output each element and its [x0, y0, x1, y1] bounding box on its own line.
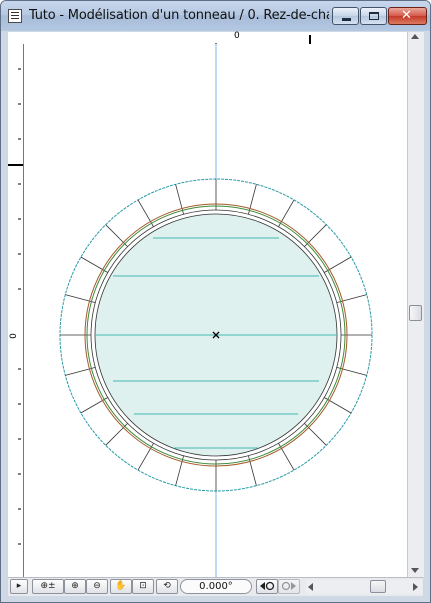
- hand-icon: ✋: [115, 581, 127, 591]
- plan-window: Tuto - Modélisation d'un tonneau / 0. Re…: [0, 0, 431, 603]
- floorplan-icon[interactable]: [8, 9, 22, 23]
- play-icon: ▸: [16, 581, 22, 591]
- scroll-left-icon[interactable]: [308, 583, 313, 591]
- zoom-out-icon: ⊖: [93, 581, 101, 591]
- vertical-ruler-ticks: [8, 68, 23, 545]
- zoom-window-icon: ⊡: [139, 581, 147, 591]
- vertical-scroll-thumb[interactable]: [409, 305, 422, 321]
- horizontal-ruler-origin: 0: [234, 31, 240, 41]
- minimize-icon: [342, 18, 351, 21]
- previous-zoom-icon: [260, 581, 275, 591]
- maximize-icon: [369, 12, 379, 20]
- maximize-button[interactable]: [360, 7, 387, 25]
- minimize-button[interactable]: [332, 7, 359, 25]
- previous-zoom-button[interactable]: [256, 579, 278, 594]
- close-button[interactable]: ✕: [388, 7, 427, 25]
- play-button[interactable]: ▸: [10, 579, 28, 594]
- window-title: Tuto - Modélisation d'un tonneau / 0. Re…: [29, 8, 329, 23]
- rotate-icon: ⟲: [163, 581, 171, 591]
- vertical-ruler[interactable]: 0: [8, 44, 24, 577]
- zoom-in-button[interactable]: ⊕: [64, 579, 86, 594]
- zoom-out-button[interactable]: ⊖: [86, 579, 108, 594]
- scroll-right-icon[interactable]: [413, 583, 418, 591]
- pan-button[interactable]: ✋: [110, 579, 132, 594]
- zoom-fit-button[interactable]: ⊕±: [32, 579, 64, 594]
- plan-canvas[interactable]: [24, 44, 407, 577]
- horizontal-scrollbar[interactable]: [306, 580, 422, 594]
- close-icon: ✕: [401, 8, 412, 23]
- next-zoom-button[interactable]: [278, 579, 300, 594]
- ruler-corner: [8, 32, 24, 44]
- view-toolbar: ▸ ⊕± ⊕ ⊖ ✋ ⊡ ⟲ 0.000°: [8, 577, 423, 596]
- rotation-angle-field[interactable]: 0.000°: [180, 579, 252, 594]
- scroll-up-icon[interactable]: [411, 34, 419, 39]
- vertical-ruler-origin: 0: [8, 333, 19, 339]
- plan-drawing: [59, 44, 373, 577]
- scroll-down-icon[interactable]: [411, 568, 419, 573]
- next-zoom-icon: [281, 581, 296, 591]
- zoom-window-button[interactable]: ⊡: [132, 579, 154, 594]
- vertical-scrollbar[interactable]: [407, 32, 424, 577]
- rotate-button[interactable]: ⟲: [156, 579, 178, 594]
- zoom-fit-icon: ⊕±: [40, 581, 56, 591]
- zoom-in-icon: ⊕: [71, 581, 79, 591]
- horizontal-scroll-thumb[interactable]: [370, 580, 386, 593]
- title-bar[interactable]: Tuto - Modélisation d'un tonneau / 0. Re…: [1, 1, 430, 31]
